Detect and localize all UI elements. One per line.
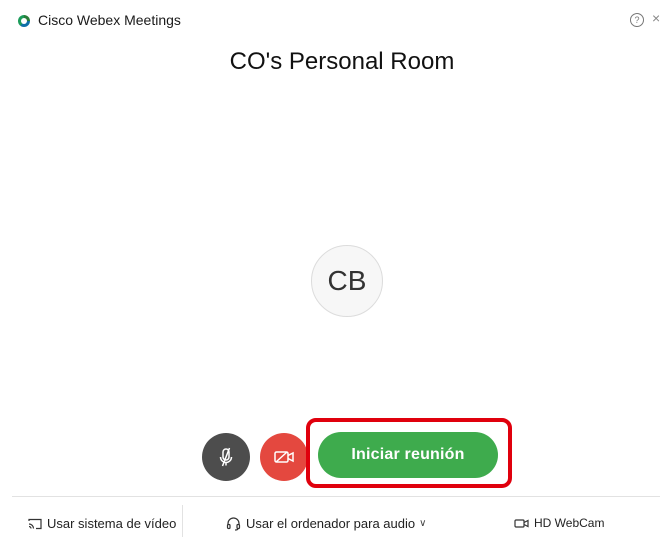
help-icon[interactable]: ? (630, 13, 644, 27)
app-title: Cisco Webex Meetings (38, 12, 181, 28)
mute-button[interactable] (202, 433, 250, 481)
webex-logo-icon (18, 15, 30, 27)
camera-icon (514, 518, 529, 528)
close-icon[interactable]: × (652, 10, 660, 26)
video-button[interactable] (260, 433, 308, 481)
avatar: CB (311, 245, 383, 317)
audio-label: Usar el ordenador para audio (246, 516, 416, 531)
room-title: CO's Personal Room (229, 48, 455, 75)
video-system-option[interactable]: Usar sistema de vídeo (28, 516, 176, 531)
title-bar: Cisco Webex Meetings ? × (0, 0, 660, 42)
footer-divider (12, 496, 660, 497)
camera-option[interactable]: HD WebCam (514, 516, 604, 530)
chevron-down-icon[interactable]: ∨ (419, 518, 426, 529)
video-system-label: Usar sistema de vídeo (47, 516, 177, 531)
start-meeting-button[interactable]: Iniciar reunión (318, 432, 498, 478)
video-off-icon (274, 451, 294, 463)
cast-icon (28, 518, 42, 529)
footer-vertical-divider (182, 505, 183, 537)
headset-icon (226, 516, 241, 531)
microphone-muted-icon (219, 447, 233, 467)
camera-label: HD WebCam (534, 516, 605, 530)
audio-option[interactable]: Usar el ordenador para audio ∨ (226, 516, 426, 531)
